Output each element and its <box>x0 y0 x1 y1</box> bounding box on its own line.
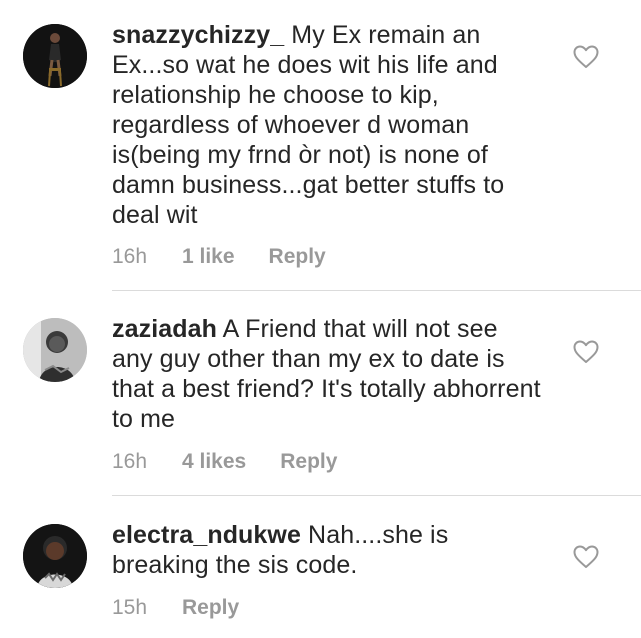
user-avatar-photo <box>23 24 87 88</box>
avatar[interactable] <box>23 524 87 588</box>
reply-button[interactable]: Reply <box>280 450 337 474</box>
comment-likes-count[interactable]: 1 like <box>182 245 235 269</box>
avatar[interactable] <box>23 318 87 382</box>
comment-username[interactable]: zaziadah <box>112 315 217 343</box>
comment-timestamp: 16h <box>112 450 148 473</box>
comment-meta: 15h Reply <box>112 596 239 620</box>
comment-meta: 16h 4 likes Reply <box>112 450 337 474</box>
comment-body: zaziadah A Friend that will not see any … <box>112 314 542 434</box>
heart-outline-icon[interactable] <box>573 340 599 364</box>
heart-outline-icon[interactable] <box>573 45 599 69</box>
avatar[interactable] <box>23 24 87 88</box>
comment-text: My Ex remain an Ex...so wat he does wit … <box>112 21 505 229</box>
comment-divider <box>112 495 641 496</box>
reply-button[interactable]: Reply <box>182 596 239 620</box>
comment-timestamp: 15h <box>112 596 148 619</box>
user-avatar-photo <box>23 318 87 382</box>
reply-button[interactable]: Reply <box>269 245 326 269</box>
comment-likes-count[interactable]: 4 likes <box>182 450 246 474</box>
comment-meta: 16h 1 like Reply <box>112 245 326 269</box>
comment-username[interactable]: electra_ndukwe <box>112 521 301 549</box>
heart-outline-icon[interactable] <box>573 545 599 569</box>
comment-body: snazzychizzy_ My Ex remain an Ex...so wa… <box>112 20 542 230</box>
comment-divider <box>112 290 641 291</box>
comment-timestamp: 16h <box>112 245 148 268</box>
comment-username[interactable]: snazzychizzy_ <box>112 21 284 49</box>
user-avatar-photo <box>23 524 87 588</box>
comment-body: electra_ndukwe Nah....she is breaking th… <box>112 520 542 580</box>
